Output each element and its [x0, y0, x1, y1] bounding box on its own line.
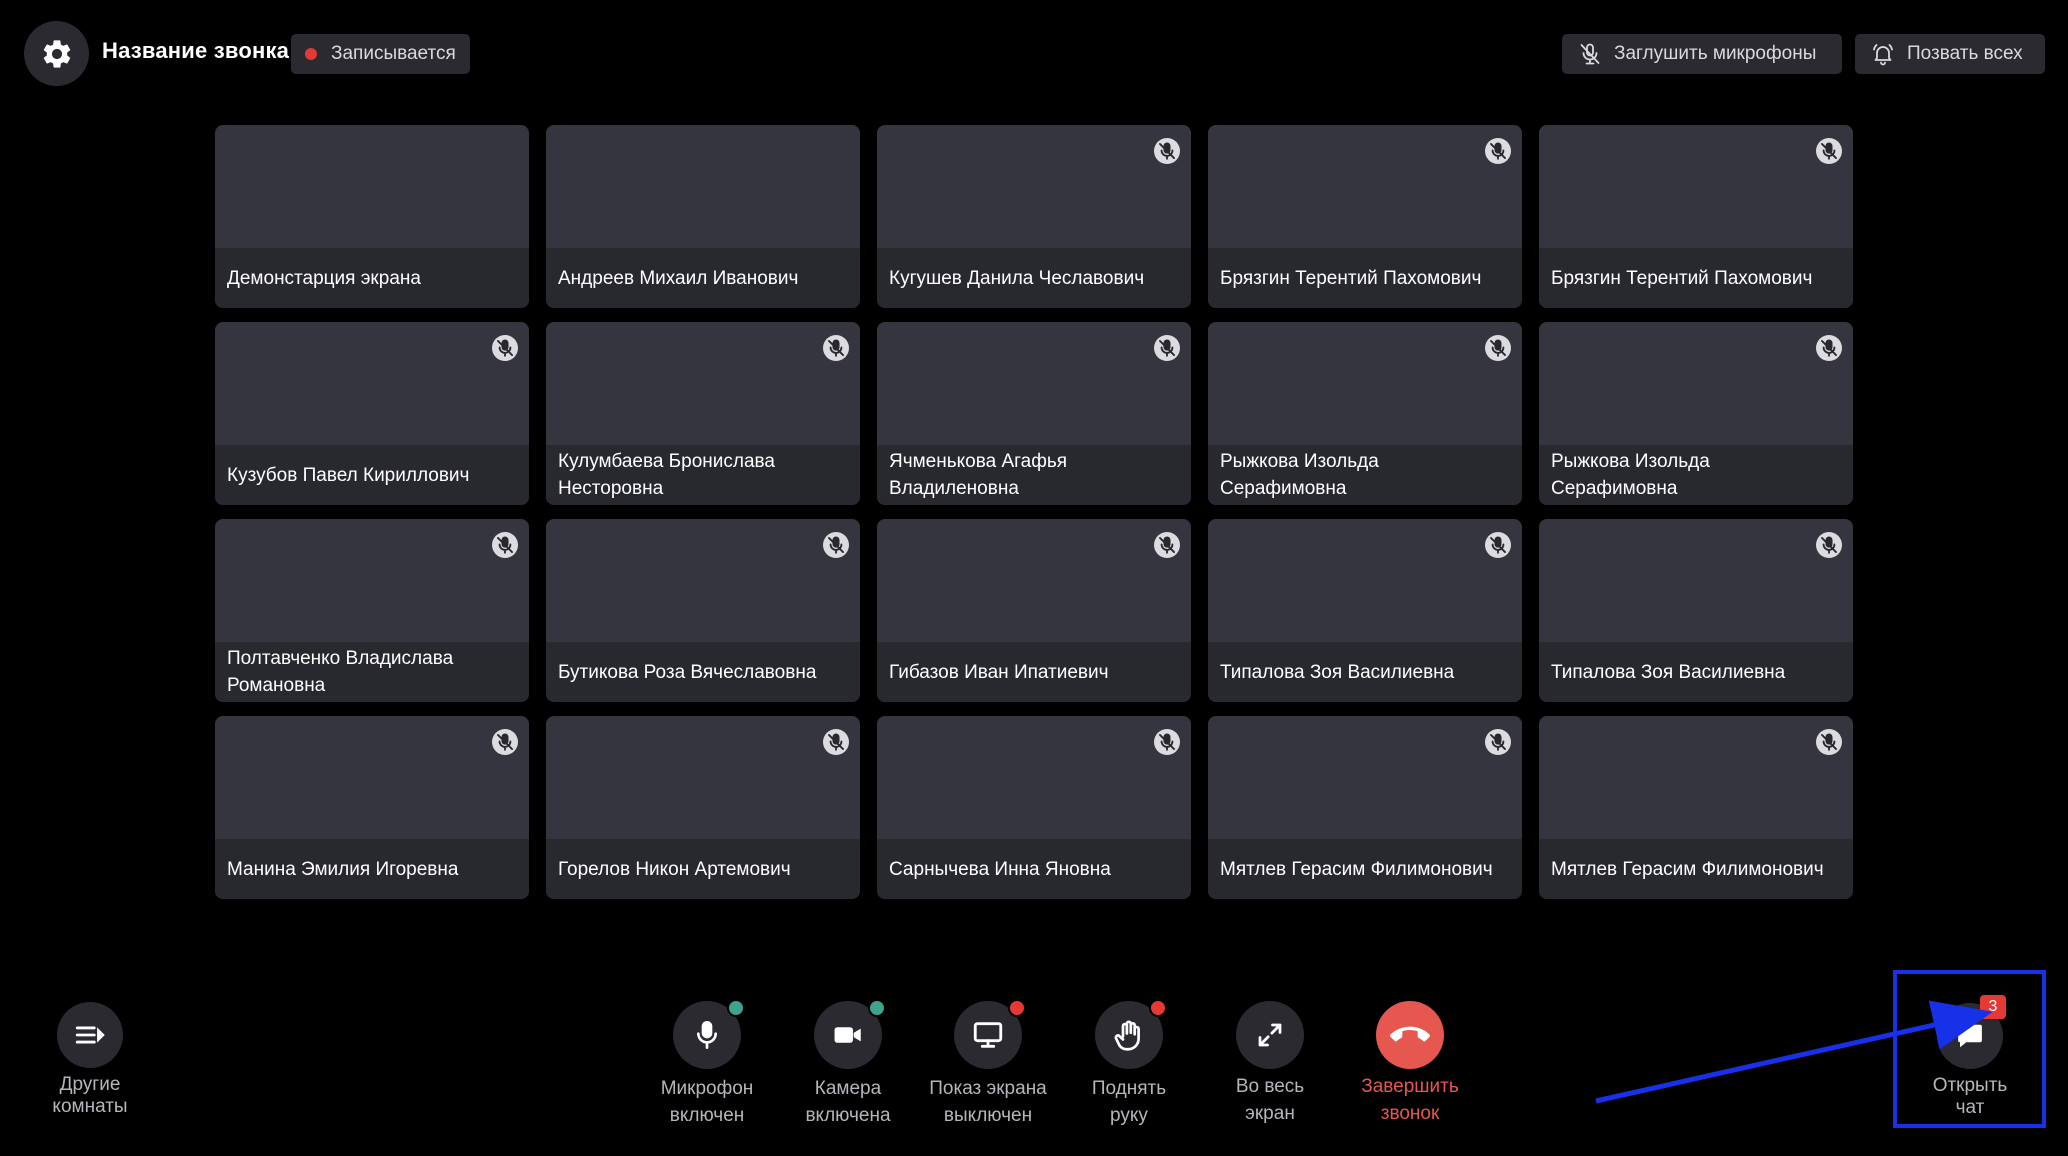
participant-name: Кузубов Павел Кириллович: [215, 445, 529, 505]
mic-off-icon: [1154, 138, 1180, 164]
monitor-icon: [973, 1022, 1003, 1048]
participant-tile[interactable]: Бутикова Роза Вячеславовна: [546, 519, 860, 702]
recording-badge: Записывается: [291, 34, 470, 74]
end-call-label: Завершить звонок: [1361, 1076, 1459, 1124]
participant-name: Брязгин Терентий Пахомович: [1539, 248, 1853, 308]
participant-name: Рыжкова Изольда Серафимовна: [1208, 445, 1522, 505]
participant-tile[interactable]: Горелов Никон Артемович: [546, 716, 860, 899]
participant-name: Кугушев Данила Чеславович: [877, 248, 1191, 308]
participant-tile[interactable]: Мятлев Герасим Филимонович: [1539, 716, 1853, 899]
mute-all-button[interactable]: Заглушить микрофоны: [1562, 34, 1842, 74]
participant-tile[interactable]: Полтавченко Владислава Романовна: [215, 519, 529, 702]
gear-icon: [43, 39, 70, 68]
mic-button[interactable]: Микрофон включен: [646, 999, 768, 1129]
bell-ring-icon: [1873, 44, 1893, 66]
participant-tile[interactable]: Рыжкова Изольда Серафимовна: [1539, 322, 1853, 505]
expand-icon: [1258, 1023, 1282, 1047]
screen-share-button[interactable]: Показ экрана выключен: [919, 999, 1057, 1129]
call-title: Название звонка: [102, 38, 290, 63]
participant-tile[interactable]: Мятлев Герасим Филимонович: [1208, 716, 1522, 899]
participant-tile[interactable]: Сарнычева Инна Яновна: [877, 716, 1191, 899]
mic-off-icon: [1816, 138, 1842, 164]
mic-off-icon: [1485, 729, 1511, 755]
mic-off-icon: [1816, 335, 1842, 361]
raise-hand-button[interactable]: Поднять руку: [1068, 999, 1190, 1129]
mic-label: Микрофон включен: [660, 1078, 754, 1126]
participant-tile[interactable]: Брязгин Терентий Пахомович: [1539, 125, 1853, 308]
mic-off-icon: [1154, 335, 1180, 361]
hang-up-icon: [1390, 1026, 1430, 1042]
rooms-list-icon: [75, 1026, 105, 1044]
mic-off-icon: [823, 729, 849, 755]
participant-tile[interactable]: Рыжкова Изольда Серафимовна: [1208, 322, 1522, 505]
participant-name: Ячменькова Агафья Владиленовна: [877, 445, 1191, 505]
mic-off-icon: [492, 729, 518, 755]
mic-status-dot: [727, 999, 745, 1017]
participant-tile[interactable]: Демонстарция экрана: [215, 125, 529, 308]
mic-off-icon: [1485, 335, 1511, 361]
camera-label: Камера включена: [805, 1078, 891, 1126]
fullscreen-label: Во весь экран: [1235, 1076, 1305, 1124]
participant-name: Типалова Зоя Василиевна: [1539, 642, 1853, 702]
participant-name: Горелов Никон Артемович: [546, 839, 860, 899]
hand-status-dot: [1149, 999, 1167, 1017]
mic-off-icon: [1816, 729, 1842, 755]
mic-off-icon: [1580, 43, 1600, 65]
participant-tile[interactable]: Типалова Зоя Василиевна: [1539, 519, 1853, 702]
recording-label: Записывается: [331, 43, 456, 64]
camera-button[interactable]: Камера включена: [787, 999, 909, 1129]
mic-off-icon: [1154, 729, 1180, 755]
settings-button[interactable]: [24, 21, 89, 86]
fullscreen-button[interactable]: Во весь экран: [1209, 1001, 1331, 1127]
participant-tile[interactable]: Кугушев Данила Чеславович: [877, 125, 1191, 308]
participant-tile[interactable]: Гибазов Иван Ипатиевич: [877, 519, 1191, 702]
mic-off-icon: [823, 335, 849, 361]
call-all-button[interactable]: Позвать всех: [1855, 34, 2045, 74]
participant-name: Полтавченко Владислава Романовна: [215, 642, 529, 702]
participant-name: Мятлев Герасим Филимонович: [1208, 839, 1522, 899]
mic-off-icon: [492, 532, 518, 558]
participant-name: Мятлев Герасим Филимонович: [1539, 839, 1853, 899]
participant-tile[interactable]: Кузубов Павел Кириллович: [215, 322, 529, 505]
mic-off-icon: [1485, 532, 1511, 558]
call-all-label: Позвать всех: [1907, 43, 2023, 64]
participant-name: Бутикова Роза Вячеславовна: [546, 642, 860, 702]
participant-tile[interactable]: Манина Эмилия Игоревна: [215, 716, 529, 899]
recording-dot-icon: [305, 48, 317, 60]
participant-name: Рыжкова Изольда Серафимовна: [1539, 445, 1853, 505]
participants-grid: Демонстарция экрана Андреев Михаил Иванов…: [215, 125, 1853, 899]
participant-name: Типалова Зоя Василиевна: [1208, 642, 1522, 702]
mute-all-label: Заглушить микрофоны: [1614, 43, 1817, 64]
participant-tile[interactable]: Андреев Михаил Иванович: [546, 125, 860, 308]
microphone-icon: [697, 1021, 717, 1049]
participant-name: Андреев Михаил Иванович: [546, 248, 860, 308]
call-screen: Название звонка Записывается Заглушить м…: [0, 0, 2068, 1156]
participant-name: Кулумбаева Бронислава Несторовна: [546, 445, 860, 505]
participant-name: Брязгин Терентий Пахомович: [1208, 248, 1522, 308]
participant-name: Демонстарция экрана: [215, 248, 529, 308]
camera-icon: [834, 1027, 861, 1043]
hand-icon: [1114, 1020, 1140, 1051]
participant-tile[interactable]: Типалова Зоя Василиевна: [1208, 519, 1522, 702]
screen-share-label: Показ экрана выключен: [929, 1078, 1047, 1126]
mic-off-icon: [1816, 532, 1842, 558]
other-rooms-label: Другие комнаты: [52, 1074, 128, 1117]
mic-off-icon: [492, 335, 518, 361]
other-rooms-button[interactable]: Другие комнаты: [40, 1002, 140, 1118]
mic-off-icon: [1485, 138, 1511, 164]
participant-tile[interactable]: Ячменькова Агафья Владиленовна: [877, 322, 1191, 505]
participant-name: Манина Эмилия Игоревна: [215, 839, 529, 899]
participant-name: Сарнычева Инна Яновна: [877, 839, 1191, 899]
participant-name: Гибазов Иван Ипатиевич: [877, 642, 1191, 702]
mic-off-icon: [823, 532, 849, 558]
end-call-button[interactable]: Завершить звонок: [1348, 1001, 1472, 1127]
participant-tile[interactable]: Кулумбаева Бронислава Несторовна: [546, 322, 860, 505]
camera-status-dot: [868, 999, 886, 1017]
screen-status-dot: [1008, 999, 1026, 1017]
mic-off-icon: [1154, 532, 1180, 558]
annotation-highlight-box: [1893, 970, 2046, 1128]
participant-tile[interactable]: Брязгин Терентий Пахомович: [1208, 125, 1522, 308]
raise-hand-label: Поднять руку: [1091, 1078, 1167, 1126]
